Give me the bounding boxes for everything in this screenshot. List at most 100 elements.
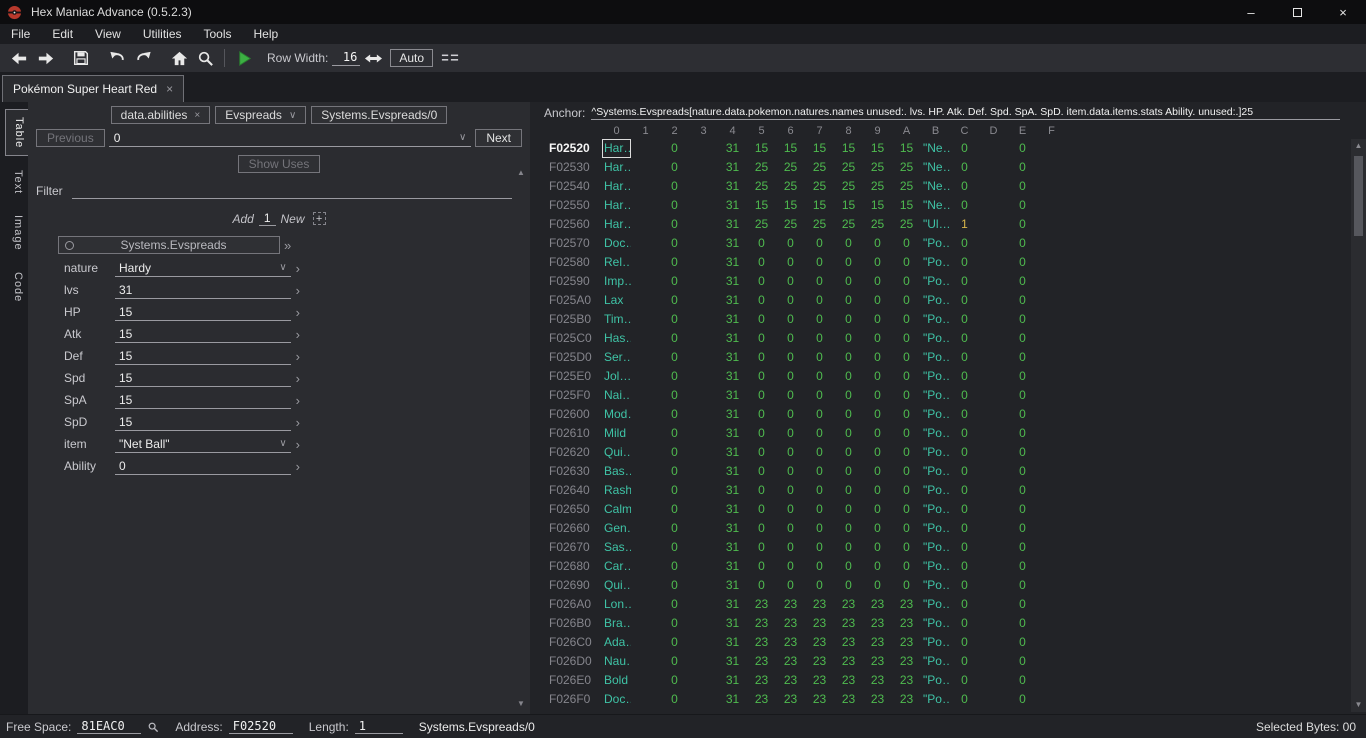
hex-cell[interactable]: 0 (834, 462, 863, 481)
dropdown-arrow-icon[interactable]: ∨ (279, 262, 286, 273)
hex-cell[interactable] (689, 519, 718, 538)
hex-cell[interactable] (689, 671, 718, 690)
hex-cell[interactable]: 0 (892, 538, 921, 557)
hex-cell[interactable]: 0 (776, 234, 805, 253)
hex-cell[interactable]: 31 (718, 652, 747, 671)
group-header[interactable]: Systems.Evspreads (58, 236, 280, 254)
free-space-search-icon[interactable] (147, 721, 159, 733)
hex-cell[interactable] (979, 253, 1008, 272)
hex-cell[interactable]: Has… (602, 329, 631, 348)
hex-cell[interactable] (631, 405, 660, 424)
hex-cell[interactable] (979, 158, 1008, 177)
hex-cell[interactable]: "Po… (921, 348, 950, 367)
hex-cell[interactable]: 23 (863, 690, 892, 709)
hex-cell[interactable]: 0 (950, 481, 979, 500)
side-tab-text[interactable]: Text (5, 163, 27, 201)
hex-cell[interactable]: 15 (863, 196, 892, 215)
row-size-options-icon[interactable] (437, 47, 463, 69)
hex-cell[interactable]: 0 (950, 595, 979, 614)
hex-cell[interactable] (1037, 690, 1066, 709)
hex-cell[interactable]: 0 (863, 310, 892, 329)
hex-cell[interactable] (1037, 253, 1066, 272)
side-tab-table[interactable]: Table (5, 109, 28, 156)
hex-cell[interactable]: 31 (718, 348, 747, 367)
hex-cell[interactable]: 0 (660, 329, 689, 348)
hex-cell[interactable] (631, 633, 660, 652)
field-def-input[interactable]: 15 (115, 348, 291, 365)
hex-cell[interactable]: Qui… (602, 576, 631, 595)
hex-cell[interactable]: 0 (863, 234, 892, 253)
hex-cell[interactable]: "Po… (921, 557, 950, 576)
hex-cell[interactable]: "Po… (921, 310, 950, 329)
hex-cell[interactable]: 0 (776, 576, 805, 595)
hex-cell[interactable]: 0 (892, 253, 921, 272)
hex-cell[interactable]: "Po… (921, 272, 950, 291)
hex-cell[interactable] (1037, 424, 1066, 443)
hex-cell[interactable]: 0 (1008, 177, 1037, 196)
hex-cell[interactable] (979, 538, 1008, 557)
hex-cell[interactable]: 0 (950, 424, 979, 443)
hex-cell[interactable]: 0 (805, 424, 834, 443)
hex-cell[interactable]: 0 (1008, 633, 1037, 652)
hex-cell[interactable]: 0 (863, 481, 892, 500)
hex-cell[interactable]: 15 (892, 139, 921, 158)
forward-button[interactable] (32, 47, 58, 69)
hex-cell[interactable]: 0 (660, 500, 689, 519)
hex-cell[interactable]: 0 (892, 367, 921, 386)
hex-cell[interactable] (689, 234, 718, 253)
hex-cell[interactable]: 25 (747, 158, 776, 177)
hex-cell[interactable]: 0 (747, 234, 776, 253)
hex-cell[interactable]: 0 (747, 329, 776, 348)
hex-cell[interactable]: 31 (718, 215, 747, 234)
hex-cell[interactable]: 0 (834, 253, 863, 272)
hex-cell[interactable]: 23 (892, 633, 921, 652)
hex-cell[interactable] (1037, 310, 1066, 329)
hex-cell[interactable]: 0 (805, 310, 834, 329)
hex-cell[interactable]: 0 (660, 272, 689, 291)
hex-cell[interactable] (979, 291, 1008, 310)
hex-cell[interactable]: "Ne… (921, 158, 950, 177)
hex-cell[interactable]: 23 (776, 595, 805, 614)
hex-cell[interactable]: 0 (892, 272, 921, 291)
hex-cell[interactable]: 0 (1008, 139, 1037, 158)
hex-cell[interactable]: 0 (892, 234, 921, 253)
hex-cell[interactable]: "Po… (921, 386, 950, 405)
hex-cell[interactable]: 0 (950, 329, 979, 348)
hex-cell[interactable]: 0 (747, 500, 776, 519)
hex-cell[interactable]: 0 (805, 272, 834, 291)
goto-arrow-icon[interactable]: › (296, 416, 300, 429)
hex-cell[interactable]: 0 (863, 253, 892, 272)
hex-cell[interactable]: 0 (660, 557, 689, 576)
hex-cell[interactable]: "Po… (921, 633, 950, 652)
hex-cell[interactable]: 31 (718, 158, 747, 177)
goto-arrow-icon[interactable]: › (296, 284, 300, 297)
hex-cell[interactable]: 23 (805, 671, 834, 690)
hex-cell[interactable]: 0 (950, 405, 979, 424)
hex-cell[interactable]: 0 (863, 557, 892, 576)
hex-cell[interactable] (979, 614, 1008, 633)
menu-item-tools[interactable]: Tools (193, 24, 243, 44)
hex-cell[interactable]: 0 (1008, 272, 1037, 291)
hex-cell[interactable]: 25 (805, 215, 834, 234)
hex-cell[interactable]: 0 (747, 538, 776, 557)
hex-cell[interactable]: 0 (892, 443, 921, 462)
hex-cell[interactable]: 0 (660, 424, 689, 443)
hex-cell[interactable]: 31 (718, 500, 747, 519)
hex-cell[interactable] (1037, 196, 1066, 215)
hex-cell[interactable]: 31 (718, 424, 747, 443)
hex-cell[interactable] (1037, 139, 1066, 158)
hex-cell[interactable]: 23 (863, 595, 892, 614)
hex-cell[interactable] (1037, 272, 1066, 291)
hex-cell[interactable] (1037, 652, 1066, 671)
hex-cell[interactable] (1037, 405, 1066, 424)
hex-cell[interactable] (689, 177, 718, 196)
hex-cell[interactable]: 0 (863, 272, 892, 291)
resize-width-icon[interactable] (360, 47, 386, 69)
hex-cell[interactable]: 23 (747, 614, 776, 633)
hex-cell[interactable]: 0 (1008, 557, 1037, 576)
hex-cell[interactable]: 0 (660, 234, 689, 253)
hex-cell[interactable]: 0 (834, 481, 863, 500)
hex-cell[interactable]: 0 (1008, 348, 1037, 367)
hex-cell[interactable]: 0 (805, 557, 834, 576)
hex-cell[interactable]: 23 (834, 690, 863, 709)
